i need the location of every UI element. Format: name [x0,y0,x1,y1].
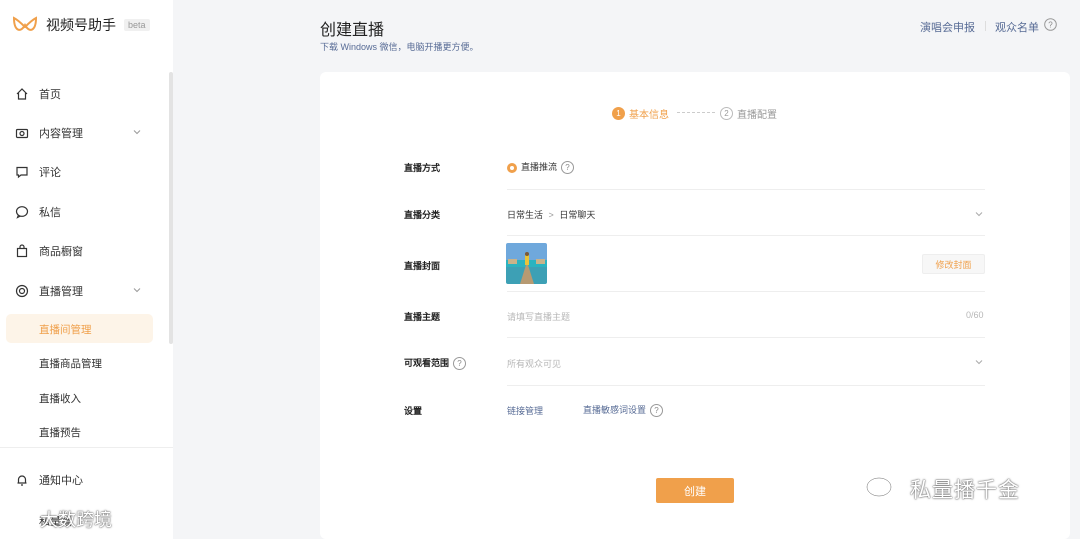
comment-icon [14,165,29,180]
camera-icon [14,126,29,141]
field-divider [507,291,985,292]
sidebar-item-live-management[interactable]: 直播管理 [14,277,154,305]
live-category-label: 直播分类 [404,210,441,220]
page-title: 创建直播 [320,22,385,39]
chevron-right-icon: > [548,210,554,220]
step-label: 基本信息 [629,110,669,121]
sidebar-item-label: 评论 [39,167,61,179]
create-button[interactable]: 创建 [656,478,734,503]
sidebar-item-label: 私信 [39,207,61,219]
step-connector [677,112,715,113]
watermark-logo-icon [9,512,34,526]
bell-icon [14,473,29,488]
sidebar-subitem-live-preview[interactable]: 直播预告 [39,425,81,440]
sidebar-item-content[interactable]: 内容管理 [14,119,154,147]
sidebar-item-showcase[interactable]: 商品橱窗 [14,237,154,265]
header-separator [985,21,986,31]
shopping-bag-icon [14,244,29,259]
home-icon [14,87,29,102]
message-bubble-icon [14,205,29,220]
visibility-label: 可观看范围? [404,356,467,371]
sidebar: 视频号助手 beta 首页 内容管理 评论 私信 商品橱窗 直播管理 直播间管理… [0,0,173,539]
sidebar-item-label: 通知中心 [39,475,83,487]
link-management-link[interactable]: 链接管理 [507,404,543,417]
wechat-logo-icon [866,477,900,501]
visibility-select[interactable]: 所有观众可见 [507,357,561,370]
help-icon[interactable]: ? [453,357,467,371]
sensitive-words-text: 直播敏感词设置 [583,405,647,415]
sidebar-item-label: 内容管理 [39,128,83,140]
edit-cover-button[interactable]: 修改封面 [922,254,985,274]
watermark-right-text: 私量播千金 [910,478,1020,502]
field-divider [507,235,985,236]
sidebar-item-home[interactable]: 首页 [14,80,154,108]
help-icon[interactable]: ? [561,161,575,175]
sidebar-divider [0,447,173,448]
app-logo-row[interactable]: 视频号助手 beta [12,14,150,36]
sidebar-item-label: 直播管理 [39,286,83,298]
concert-declare-link[interactable]: 演唱会申报 [920,19,975,35]
category-secondary: 日常聊天 [559,210,596,220]
live-topic-input[interactable]: 请填写直播主题 [507,310,570,323]
logo-icon [12,16,38,31]
sidebar-item-label: 首页 [39,89,61,101]
sensitive-words-link[interactable]: 直播敏感词设置? [583,403,664,418]
field-divider [507,385,985,386]
step-number: 1 [612,107,625,120]
step-basic-info: 1 基本信息 [612,106,669,121]
live-mode-option[interactable]: 直播推流? [507,160,575,175]
field-divider [507,189,985,190]
svg-text:?: ? [1048,20,1053,29]
visibility-label-text: 可观看范围 [404,358,450,368]
live-mode-label: 直播方式 [404,163,441,173]
chevron-down-icon [133,288,141,293]
category-primary: 日常生活 [507,210,544,220]
topic-char-counter: 0/60 [966,310,984,320]
page-subtitle: 下载 Windows 微信，电脑开播更方便。 [320,42,479,52]
audience-list-link[interactable]: 观众名单 [995,19,1039,35]
sidebar-subitem-live-income[interactable]: 直播收入 [39,391,81,406]
form-card [320,72,1070,539]
watermark-left: 大数跨境 [8,506,112,532]
help-icon[interactable]: ? [1044,18,1057,31]
sidebar-item-messages[interactable]: 私信 [14,198,154,226]
settings-label: 设置 [404,406,423,416]
chevron-down-icon[interactable] [974,209,984,219]
sidebar-subitem-live-room[interactable]: 直播间管理 [39,322,92,337]
chevron-down-icon[interactable] [974,357,984,367]
live-category-select[interactable]: 日常生活 > 日常聊天 [507,208,595,221]
live-icon [14,284,29,299]
step-number: 2 [720,107,733,120]
sidebar-item-comments[interactable]: 评论 [14,158,154,186]
chevron-down-icon [133,130,141,135]
sidebar-scrollbar[interactable] [169,72,173,344]
sidebar-subitem-live-products[interactable]: 直播商品管理 [39,356,102,371]
radio-selected[interactable] [507,162,517,173]
app-name: 视频号助手 [46,17,116,33]
live-topic-label: 直播主题 [404,312,441,322]
sidebar-item-notifications[interactable]: 通知中心 [14,466,154,494]
sidebar-item-label: 商品橱窗 [39,246,83,258]
watermark-right: 私量播千金 [864,474,1020,504]
step-label: 直播配置 [737,110,777,121]
beta-badge: beta [124,19,150,31]
cover-image [506,243,547,284]
live-cover-label: 直播封面 [404,261,441,271]
live-mode-value: 直播推流 [521,162,558,172]
watermark-left-text: 大数跨境 [40,510,112,531]
field-divider [507,337,985,338]
help-icon[interactable]: ? [650,404,664,418]
step-live-config: 2 直播配置 [720,106,777,121]
